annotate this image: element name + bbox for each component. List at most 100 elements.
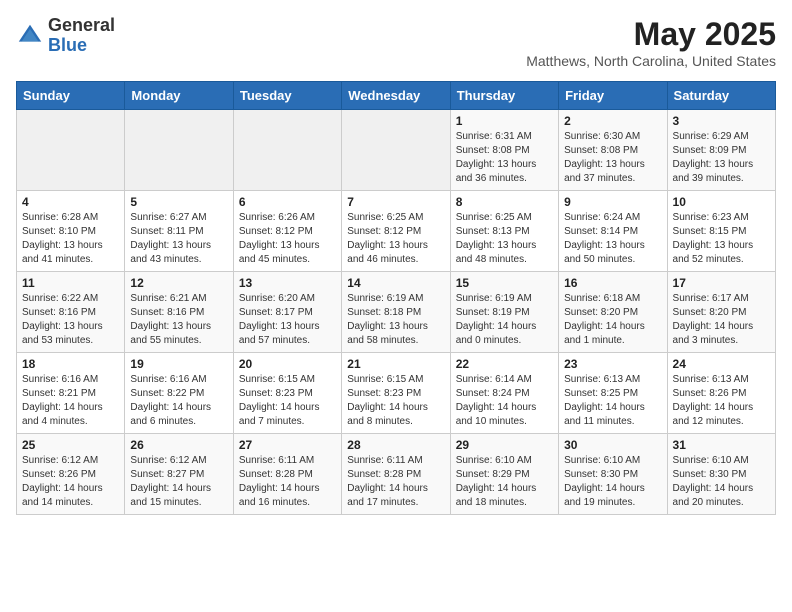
- calendar-cell: [233, 110, 341, 191]
- cell-sun-info: Sunrise: 6:13 AMSunset: 8:25 PMDaylight:…: [564, 373, 661, 429]
- weekday-header-wednesday: Wednesday: [342, 82, 450, 110]
- calendar-cell: 31 Sunrise: 6:10 AMSunset: 8:30 PMDayligh…: [667, 434, 775, 515]
- cell-sun-info: Sunrise: 6:11 AMSunset: 8:28 PMDaylight:…: [347, 454, 444, 510]
- calendar-cell: [17, 110, 125, 191]
- calendar-cell: [125, 110, 233, 191]
- day-number: 13: [239, 276, 336, 290]
- calendar-cell: 19Sunrise: 6:16 AMSunset: 8:22 PMDayligh…: [125, 353, 233, 434]
- calendar-cell: 7 Sunrise: 6:25 AMSunset: 8:12 PMDaylight…: [342, 191, 450, 272]
- calendar-cell: 2 Sunrise: 6:30 AMSunset: 8:08 PMDaylight…: [559, 110, 667, 191]
- cell-sun-info: Sunrise: 6:19 AMSunset: 8:18 PMDaylight:…: [347, 292, 444, 348]
- calendar-cell: 12 Sunrise: 6:21 AMSunset: 8:16 PMDayligh…: [125, 272, 233, 353]
- cell-sun-info: Sunrise: 6:13 AMSunset: 8:26 PMDaylight:…: [673, 373, 770, 429]
- calendar-cell: 1 Sunrise: 6:31 AMSunset: 8:08 PMDaylight…: [450, 110, 558, 191]
- calendar-cell: 3Sunrise: 6:29 AMSunset: 8:09 PMDaylight…: [667, 110, 775, 191]
- day-number: 17: [673, 276, 770, 290]
- calendar-cell: 24 Sunrise: 6:13 AMSunset: 8:26 PMDayligh…: [667, 353, 775, 434]
- day-number: 8: [456, 195, 553, 209]
- day-number: 6: [239, 195, 336, 209]
- cell-sun-info: Sunrise: 6:25 AMSunset: 8:13 PMDaylight:…: [456, 211, 553, 267]
- day-number: 14: [347, 276, 444, 290]
- logo-blue-text: Blue: [48, 35, 87, 55]
- cell-sun-info: Sunrise: 6:19 AMSunset: 8:19 PMDaylight:…: [456, 292, 553, 348]
- cell-sun-info: Sunrise: 6:12 AMSunset: 8:27 PMDaylight:…: [130, 454, 227, 510]
- day-number: 10: [673, 195, 770, 209]
- day-number: 3: [673, 114, 770, 128]
- calendar-cell: 25Sunrise: 6:12 AMSunset: 8:26 PMDayligh…: [17, 434, 125, 515]
- day-number: 30: [564, 438, 661, 452]
- cell-sun-info: Sunrise: 6:20 AMSunset: 8:17 PMDaylight:…: [239, 292, 336, 348]
- title-block: May 2025 Matthews, North Carolina, Unite…: [526, 16, 776, 69]
- calendar-cell: 18 Sunrise: 6:16 AMSunset: 8:21 PMDayligh…: [17, 353, 125, 434]
- day-number: 21: [347, 357, 444, 371]
- cell-sun-info: Sunrise: 6:10 AMSunset: 8:30 PMDaylight:…: [564, 454, 661, 510]
- day-number: 5: [130, 195, 227, 209]
- day-number: 27: [239, 438, 336, 452]
- calendar-cell: 28Sunrise: 6:11 AMSunset: 8:28 PMDayligh…: [342, 434, 450, 515]
- cell-sun-info: Sunrise: 6:18 AMSunset: 8:20 PMDaylight:…: [564, 292, 661, 348]
- logo-general-text: General: [48, 15, 115, 35]
- calendar-cell: 26Sunrise: 6:12 AMSunset: 8:27 PMDayligh…: [125, 434, 233, 515]
- cell-sun-info: Sunrise: 6:31 AMSunset: 8:08 PMDaylight:…: [456, 130, 553, 186]
- calendar-cell: 21 Sunrise: 6:15 AMSunset: 8:23 PMDayligh…: [342, 353, 450, 434]
- cell-sun-info: Sunrise: 6:16 AMSunset: 8:21 PMDaylight:…: [22, 373, 119, 429]
- day-number: 31: [673, 438, 770, 452]
- day-number: 24: [673, 357, 770, 371]
- calendar-cell: 10 Sunrise: 6:23 AMSunset: 8:15 PMDayligh…: [667, 191, 775, 272]
- day-number: 9: [564, 195, 661, 209]
- cell-sun-info: Sunrise: 6:27 AMSunset: 8:11 PMDaylight:…: [130, 211, 227, 267]
- cell-sun-info: Sunrise: 6:15 AMSunset: 8:23 PMDaylight:…: [347, 373, 444, 429]
- weekday-header-saturday: Saturday: [667, 82, 775, 110]
- calendar-cell: 5 Sunrise: 6:27 AMSunset: 8:11 PMDaylight…: [125, 191, 233, 272]
- day-number: 19: [130, 357, 227, 371]
- day-number: 22: [456, 357, 553, 371]
- logo-icon: [16, 22, 44, 50]
- weekday-header-monday: Monday: [125, 82, 233, 110]
- day-number: 12: [130, 276, 227, 290]
- calendar-cell: 30 Sunrise: 6:10 AMSunset: 8:30 PMDayligh…: [559, 434, 667, 515]
- cell-sun-info: Sunrise: 6:15 AMSunset: 8:23 PMDaylight:…: [239, 373, 336, 429]
- calendar-week-row: 25Sunrise: 6:12 AMSunset: 8:26 PMDayligh…: [17, 434, 776, 515]
- cell-sun-info: Sunrise: 6:26 AMSunset: 8:12 PMDaylight:…: [239, 211, 336, 267]
- cell-sun-info: Sunrise: 6:30 AMSunset: 8:08 PMDaylight:…: [564, 130, 661, 186]
- cell-sun-info: Sunrise: 6:25 AMSunset: 8:12 PMDaylight:…: [347, 211, 444, 267]
- calendar-cell: [342, 110, 450, 191]
- cell-sun-info: Sunrise: 6:17 AMSunset: 8:20 PMDaylight:…: [673, 292, 770, 348]
- cell-sun-info: Sunrise: 6:21 AMSunset: 8:16 PMDaylight:…: [130, 292, 227, 348]
- day-number: 29: [456, 438, 553, 452]
- calendar-cell: 29Sunrise: 6:10 AMSunset: 8:29 PMDayligh…: [450, 434, 558, 515]
- weekday-header-friday: Friday: [559, 82, 667, 110]
- location-subtitle: Matthews, North Carolina, United States: [526, 53, 776, 69]
- cell-sun-info: Sunrise: 6:23 AMSunset: 8:15 PMDaylight:…: [673, 211, 770, 267]
- weekday-header-sunday: Sunday: [17, 82, 125, 110]
- cell-sun-info: Sunrise: 6:14 AMSunset: 8:24 PMDaylight:…: [456, 373, 553, 429]
- calendar-cell: 8 Sunrise: 6:25 AMSunset: 8:13 PMDaylight…: [450, 191, 558, 272]
- day-number: 1: [456, 114, 553, 128]
- calendar-cell: 14 Sunrise: 6:19 AMSunset: 8:18 PMDayligh…: [342, 272, 450, 353]
- cell-sun-info: Sunrise: 6:10 AMSunset: 8:30 PMDaylight:…: [673, 454, 770, 510]
- month-title: May 2025: [526, 16, 776, 53]
- calendar-table: SundayMondayTuesdayWednesdayThursdayFrid…: [16, 81, 776, 515]
- cell-sun-info: Sunrise: 6:22 AMSunset: 8:16 PMDaylight:…: [22, 292, 119, 348]
- calendar-cell: 23Sunrise: 6:13 AMSunset: 8:25 PMDayligh…: [559, 353, 667, 434]
- weekday-header-tuesday: Tuesday: [233, 82, 341, 110]
- cell-sun-info: Sunrise: 6:11 AMSunset: 8:28 PMDaylight:…: [239, 454, 336, 510]
- weekday-header-thursday: Thursday: [450, 82, 558, 110]
- calendar-cell: 13 Sunrise: 6:20 AMSunset: 8:17 PMDayligh…: [233, 272, 341, 353]
- calendar-cell: 17 Sunrise: 6:17 AMSunset: 8:20 PMDayligh…: [667, 272, 775, 353]
- day-number: 15: [456, 276, 553, 290]
- calendar-cell: 20 Sunrise: 6:15 AMSunset: 8:23 PMDayligh…: [233, 353, 341, 434]
- cell-sun-info: Sunrise: 6:24 AMSunset: 8:14 PMDaylight:…: [564, 211, 661, 267]
- calendar-cell: 11 Sunrise: 6:22 AMSunset: 8:16 PMDayligh…: [17, 272, 125, 353]
- day-number: 2: [564, 114, 661, 128]
- day-number: 18: [22, 357, 119, 371]
- day-number: 4: [22, 195, 119, 209]
- calendar-cell: 6 Sunrise: 6:26 AMSunset: 8:12 PMDaylight…: [233, 191, 341, 272]
- cell-sun-info: Sunrise: 6:28 AMSunset: 8:10 PMDaylight:…: [22, 211, 119, 267]
- day-number: 7: [347, 195, 444, 209]
- calendar-week-row: 1 Sunrise: 6:31 AMSunset: 8:08 PMDaylight…: [17, 110, 776, 191]
- day-number: 11: [22, 276, 119, 290]
- day-number: 20: [239, 357, 336, 371]
- logo: General Blue: [16, 16, 115, 56]
- calendar-cell: 15 Sunrise: 6:19 AMSunset: 8:19 PMDayligh…: [450, 272, 558, 353]
